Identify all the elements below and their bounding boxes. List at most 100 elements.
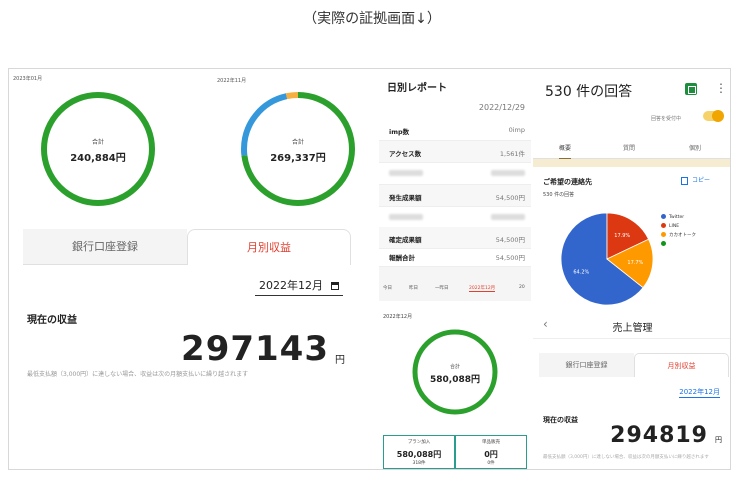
donut-right-center: 合計 269,337円 — [238, 137, 358, 164]
nav-day-before[interactable]: 一昨日 — [435, 285, 449, 291]
stat-plan-count: 318件 — [412, 461, 426, 466]
donut-left-center: 合計 240,884円 — [38, 137, 158, 164]
legend-label: Twitter — [669, 215, 685, 220]
month-picker-value: 2022年12月 — [259, 279, 323, 292]
tab-bank-account-mobile[interactable]: 銀行口座登録 — [539, 353, 634, 377]
minimum-payment-note-mobile: 最低支払額（3,000円）に達しない場合、収益は次の月額支払いに繰り越されます — [543, 455, 709, 460]
report-row: imp数 0imp — [379, 119, 531, 141]
stat-plan-value: 580,088円 — [396, 450, 442, 459]
currency-unit: 円 — [335, 355, 345, 366]
report-row: アクセス数 1,561件 — [379, 141, 531, 163]
donut-right-label: 合計 — [291, 139, 304, 146]
redacted-text — [389, 170, 423, 176]
redacted-text — [491, 170, 525, 176]
tab-questions[interactable]: 質問 — [623, 143, 635, 152]
forms-and-sales-panel: 530 件の回答 ⋮ 回答を受付中 概要 質問 個別 ご希望の連絡先 コピー 5… — [533, 69, 730, 469]
donut-left-label: 合計 — [91, 139, 104, 146]
report-row-label: 確定成果額 — [389, 236, 422, 244]
legend-item — [661, 241, 696, 247]
month-picker-mobile[interactable]: 2022年12月 — [679, 387, 720, 398]
minimum-payment-note: 最低支払額（3,000円）に達しない場合、収益は次の月額支払いに繰り越されます — [27, 371, 249, 378]
nav-next[interactable]: 20 — [519, 285, 525, 290]
responses-title: 530 件の回答 — [545, 84, 633, 100]
report-row-value: 54,500円 — [495, 236, 525, 244]
report-row-value: 54,500円 — [495, 254, 525, 262]
donut-monthly-value: 580,088円 — [430, 375, 480, 385]
report-row-value: 1,561件 — [499, 150, 525, 158]
pie-label: 17.7% — [627, 260, 643, 266]
stat-single: 単品販売 0円 0件 — [455, 435, 527, 469]
accepting-responses-toggle[interactable] — [703, 110, 724, 122]
tab-summary[interactable]: 概要 — [559, 143, 572, 160]
report-row-value: 0imp — [508, 126, 525, 134]
redacted-text — [491, 214, 525, 220]
tab-individual[interactable]: 個別 — [689, 143, 701, 152]
monthly-summary-card: 2022年12月 合計 580,088円 プラン加入 580,088円 318件… — [379, 301, 531, 469]
legend-label: LINE — [669, 224, 680, 229]
contact-pie-chart: 64.2% 17.9% 17.7% — [560, 212, 654, 306]
nav-today[interactable]: 今日 — [383, 285, 392, 291]
pie-legend: Twitter LINE カカオトーク — [661, 214, 696, 250]
report-row-value: 54,500円 — [495, 194, 525, 202]
copy-label: コピー — [692, 177, 711, 184]
donut-right-date: 2022年11月 — [217, 78, 247, 84]
redacted-text — [389, 214, 423, 220]
screenshot-collage: 2023年01月 2022年11月 合計 240,884円 合計 269,337… — [8, 68, 731, 470]
copy-icon — [681, 176, 688, 185]
legend-item: Twitter — [661, 214, 696, 220]
donut-left-value: 240,884円 — [70, 153, 126, 164]
pie-label: 64.2% — [573, 269, 589, 275]
report-row-label: 発生成果額 — [389, 194, 422, 202]
current-revenue-value: 297143 — [181, 329, 329, 369]
legend-dot — [661, 241, 666, 246]
tab-bank-account[interactable]: 銀行口座登録 — [23, 229, 187, 265]
report-row-redacted — [379, 207, 531, 229]
donut-monthly-label: 合計 — [449, 364, 460, 370]
daily-report-panel: 日別レポート 2022/12/29 imp数 0imp アクセス数 1,561件 発… — [379, 69, 531, 469]
donut-monthly-center: 合計 580,088円 — [395, 363, 515, 385]
currency-unit-mobile: 円 — [715, 436, 722, 444]
report-row: 報酬合計 54,500円 — [379, 245, 531, 267]
legend-dot — [661, 223, 666, 228]
sheets-icon[interactable] — [685, 83, 697, 95]
form-tabs: 概要 質問 個別 — [533, 135, 730, 160]
revenue-tabs: 銀行口座登録 月別収益 — [23, 229, 351, 265]
revenue-panel: 2023年01月 2022年11月 合計 240,884円 合計 269,337… — [9, 69, 373, 469]
donut-right-value: 269,337円 — [270, 153, 326, 164]
donut-left-date: 2023年01月 — [13, 76, 43, 82]
sales-tabs: 銀行口座登録 月別収益 — [539, 353, 729, 377]
monthly-revenue-card: 銀行口座登録 月別収益 2022年12月 現在の収益 297143 円 最低支払… — [23, 229, 351, 469]
legend-label: カカオトーク — [669, 233, 696, 238]
sales-nav-bar: ‹ 売上管理 — [533, 311, 730, 339]
daily-report-title: 日別レポート — [387, 83, 447, 94]
sales-title: 売上管理 — [612, 323, 653, 334]
current-revenue-label-mobile: 現在の収益 — [543, 416, 578, 424]
report-row-label: imp数 — [389, 128, 410, 136]
report-row-redacted — [379, 163, 531, 185]
report-row: 発生成果額 54,500円 — [379, 185, 531, 207]
tab-monthly-revenue[interactable]: 月別収益 — [187, 229, 351, 265]
current-revenue-label: 現在の収益 — [27, 315, 77, 326]
nav-yesterday[interactable]: 昨日 — [409, 285, 418, 291]
legend-item: LINE — [661, 223, 696, 229]
more-menu-icon[interactable]: ⋮ — [715, 82, 727, 94]
response-count: 530 件の回答 — [543, 192, 575, 198]
tab-monthly-revenue-mobile[interactable]: 月別収益 — [634, 353, 729, 377]
caption: （実際の証拠画面↓） — [303, 11, 441, 27]
calendar-icon[interactable] — [331, 282, 339, 290]
period-nav: 今日 昨日 一昨日 2022年12月 20 — [379, 281, 531, 297]
stat-single-count: 0件 — [487, 461, 495, 466]
question-title: ご希望の連絡先 — [543, 178, 592, 186]
report-row-label: アクセス数 — [389, 150, 422, 158]
copy-button[interactable]: コピー — [681, 175, 710, 185]
month-picker[interactable]: 2022年12月 — [255, 275, 343, 296]
report-row-label: 報酬合計 — [389, 254, 415, 262]
daily-report-date: 2022/12/29 — [478, 103, 525, 112]
current-revenue-value-mobile: 294819 — [610, 423, 708, 448]
summary-month: 2022年12月 — [383, 314, 413, 320]
legend-dot — [661, 214, 666, 219]
legend-item: カカオトーク — [661, 232, 696, 238]
nav-month-selected[interactable]: 2022年12月 — [469, 285, 496, 292]
legend-dot — [661, 232, 666, 237]
stat-single-label: 単品販売 — [482, 440, 500, 445]
